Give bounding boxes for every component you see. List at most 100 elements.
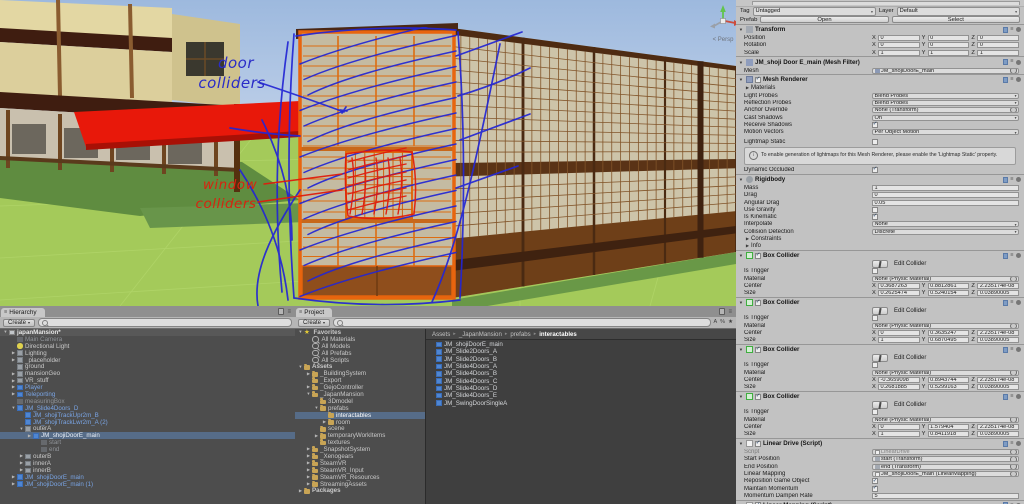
foldout-arrow-icon[interactable]: ▼ xyxy=(738,27,744,32)
tag-dropdown[interactable]: Untagged xyxy=(753,7,876,16)
foldout-arrow-icon[interactable]: ▼ xyxy=(2,330,9,334)
value-field[interactable]: 0.03890005 xyxy=(977,290,1019,296)
project-search[interactable] xyxy=(333,318,710,327)
use-gravity-checkbox[interactable] xyxy=(872,207,878,213)
prefab-open-button[interactable]: Open xyxy=(760,16,888,23)
value-field[interactable]: 2.235174e-08 xyxy=(977,283,1019,289)
project-file-item[interactable]: JM_Slide4Doors_B xyxy=(426,370,736,377)
help-icon[interactable] xyxy=(1003,253,1008,259)
foldout-arrow-icon[interactable]: ▶ xyxy=(305,372,312,376)
help-icon[interactable] xyxy=(1003,347,1008,353)
edit-collider-button[interactable] xyxy=(872,354,888,362)
foldout-arrow-icon[interactable]: ▶ xyxy=(18,461,25,465)
component-enabled-checkbox[interactable]: ✓ xyxy=(755,394,761,400)
component-enabled-checkbox[interactable]: ✓ xyxy=(755,441,761,447)
value-field[interactable]: None (Physic Material) xyxy=(872,323,1019,329)
value-field[interactable]: None (Physic Material) xyxy=(872,276,1019,282)
value-field[interactable]: 1.579404 xyxy=(928,424,970,430)
gear-icon[interactable] xyxy=(1016,347,1021,352)
hierarchy-item[interactable]: ▶Lighting xyxy=(0,350,295,357)
maintain-momentum-checkbox[interactable]: ✓ xyxy=(872,486,878,492)
foldout-arrow-icon[interactable]: ▶ xyxy=(305,447,312,451)
foldout-arrow-icon[interactable]: ▼ xyxy=(738,394,744,399)
component-header-mesh-renderer[interactable]: ▼✓Mesh Renderer≡ xyxy=(736,74,1024,85)
project-folder-item[interactable]: ▶SteamVR_Input xyxy=(295,467,425,474)
project-create-button[interactable]: Create ▾ xyxy=(298,319,330,327)
project-folder-item[interactable]: All Prefabs xyxy=(295,350,425,357)
preset-icon[interactable]: ≡ xyxy=(1010,394,1013,400)
object-picker-icon[interactable] xyxy=(1010,323,1017,329)
value-field[interactable]: 1 xyxy=(878,337,920,343)
object-picker-icon[interactable] xyxy=(1010,464,1017,470)
favorite-search-icon[interactable]: ★ xyxy=(728,320,733,326)
foldout-arrow-icon[interactable]: ▼ xyxy=(10,406,17,410)
prefab-select-button[interactable]: Select xyxy=(892,16,1020,23)
foldout-arrow-icon[interactable]: ▶ xyxy=(10,392,17,396)
hierarchy-item[interactable]: JM_shojiTrackUpr2m_B xyxy=(0,412,295,419)
hierarchy-item[interactable]: ground xyxy=(0,363,295,370)
value-field[interactable]: 0.03890005 xyxy=(977,337,1019,343)
object-picker-icon[interactable] xyxy=(1010,276,1017,282)
foldout-arrow-icon[interactable]: ▼ xyxy=(18,427,25,431)
value-field[interactable]: 0.3635247 xyxy=(928,330,970,336)
object-picker-icon[interactable] xyxy=(1010,471,1017,477)
dynamic-occluded-checkbox[interactable]: ✓ xyxy=(872,167,878,173)
project-folder-item[interactable]: interactables xyxy=(295,412,425,419)
lightmap-static-checkbox[interactable] xyxy=(872,139,878,145)
foldout-arrow-icon[interactable]: ▶ xyxy=(305,468,312,472)
reposition-game-object-checkbox[interactable]: ✓ xyxy=(872,478,878,484)
preset-icon[interactable]: ≡ xyxy=(1010,77,1013,83)
value-field[interactable]: 0.5299163 xyxy=(928,384,970,390)
value-field[interactable]: None (Transform) xyxy=(872,107,1019,113)
foldout-arrow-icon[interactable]: ▼ xyxy=(738,77,744,82)
project-folder-item[interactable]: ▶_GejoController xyxy=(295,384,425,391)
value-field[interactable]: 0.6870495 xyxy=(928,337,970,343)
project-folder-item[interactable]: ▼★Favorites xyxy=(295,329,425,336)
hierarchy-item[interactable]: ▶VR_stuff xyxy=(0,377,295,384)
hierarchy-item[interactable]: ▼japanMansion* xyxy=(0,329,295,336)
hierarchy-item[interactable]: ▶JM_shojiDoorE_main xyxy=(0,474,295,481)
value-field[interactable]: 0.05 xyxy=(872,200,1019,206)
foldout-arrow-icon[interactable]: ▶ xyxy=(10,372,17,376)
lock-icon[interactable] xyxy=(719,308,725,315)
gear-icon[interactable] xyxy=(1016,177,1021,182)
foldout-arrow-icon[interactable]: ▶ xyxy=(10,358,17,362)
foldout-arrow-icon[interactable]: ▶ xyxy=(305,385,312,389)
preset-icon[interactable]: ≡ xyxy=(1010,59,1013,65)
component-header-box-collider-2[interactable]: ▼✓Box Collider≡ xyxy=(736,297,1024,308)
value-field[interactable]: Blend Probes xyxy=(872,100,1019,106)
tab-hierarchy[interactable]: ≡ Hierarchy xyxy=(1,308,45,317)
value-field[interactable]: 1 xyxy=(928,50,970,56)
foldout-arrow-icon[interactable]: ▼ xyxy=(738,253,744,258)
project-folder-item[interactable]: All Materials xyxy=(295,336,425,343)
project-folder-item[interactable]: ▶SteamVR xyxy=(295,460,425,467)
hierarchy-search-input[interactable] xyxy=(50,320,288,326)
component-enabled-checkbox[interactable]: ✓ xyxy=(755,300,761,306)
project-folder-item[interactable]: _Export xyxy=(295,377,425,384)
preset-icon[interactable]: ≡ xyxy=(1010,253,1013,259)
value-field[interactable]: LinearDrive xyxy=(872,449,1019,455)
project-folder-item[interactable]: ▼prefabs xyxy=(295,405,425,412)
project-folder-item[interactable]: scene xyxy=(295,425,425,432)
value-field[interactable]: start (Transform) xyxy=(872,456,1019,462)
foldout-arrow-icon[interactable]: ▼ xyxy=(305,392,312,396)
component-header-box-collider-1[interactable]: ▼✓Box Collider≡ xyxy=(736,250,1024,261)
value-field[interactable]: 0 xyxy=(878,42,920,48)
value-field[interactable]: None xyxy=(872,221,1019,227)
search-by-label-icon[interactable]: % xyxy=(720,320,725,326)
foldout-arrow-icon[interactable]: ▼ xyxy=(738,441,744,446)
project-folder-item[interactable]: ▶_SnapshotSystem xyxy=(295,446,425,453)
hierarchy-item[interactable]: ▶JM_shojiDoorE_main xyxy=(0,432,295,439)
project-file-item[interactable]: JM_Slide4Doors_E xyxy=(426,392,736,399)
hierarchy-item[interactable]: ▶mansionGeo xyxy=(0,370,295,377)
project-folder-item[interactable]: ▶SteamVR_Resources xyxy=(295,474,425,481)
foldout-arrow-icon[interactable]: ▶ xyxy=(313,434,320,438)
project-folder-item[interactable]: ▼_JapanMansion xyxy=(295,391,425,398)
object-picker-icon[interactable] xyxy=(1010,449,1017,455)
object-picker-icon[interactable] xyxy=(1010,68,1017,74)
value-field[interactable]: 2.235174e-08 xyxy=(977,330,1019,336)
value-field[interactable]: -0.3659098 xyxy=(878,377,920,383)
foldout-arrow-icon[interactable]: ▶ xyxy=(10,475,17,479)
edit-collider-button[interactable] xyxy=(872,401,888,409)
foldout-arrow-icon[interactable]: ▶ xyxy=(297,489,304,493)
